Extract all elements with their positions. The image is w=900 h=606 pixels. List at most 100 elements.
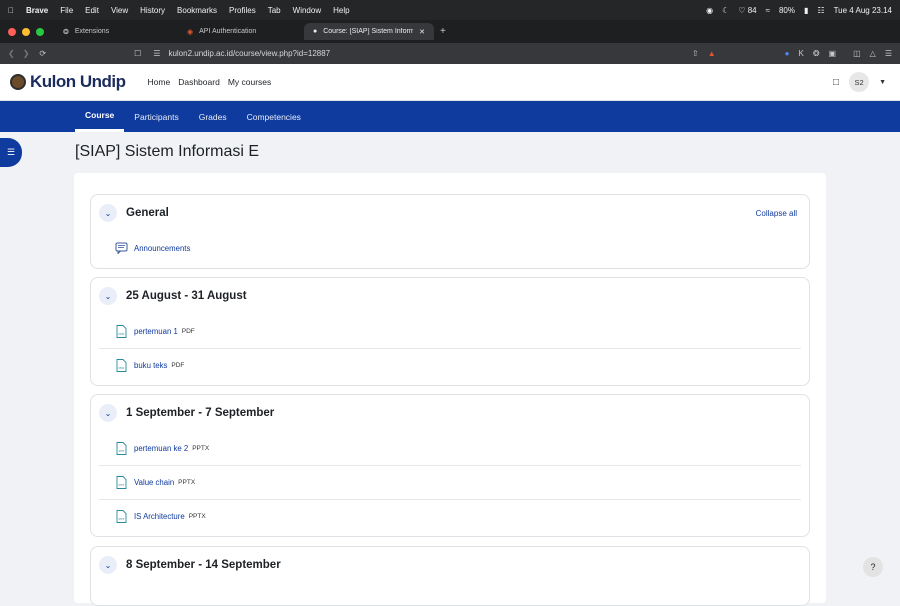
tab-grades[interactable]: Grades xyxy=(189,101,237,132)
moon-icon[interactable]: ☾ xyxy=(722,6,729,15)
section-title: General xyxy=(126,207,169,219)
tab-course-home[interactable]: Course xyxy=(75,101,125,132)
help-button[interactable]: ? xyxy=(863,557,883,577)
tab-title: API Authentication xyxy=(199,28,257,35)
activity-item: PDF pertemuan 1 PDF xyxy=(99,314,801,348)
user-avatar[interactable]: S2 xyxy=(849,72,870,92)
menu-icon[interactable]: ☰ xyxy=(885,49,892,58)
section-title: 1 September - 7 September xyxy=(126,407,275,419)
share-icon[interactable]: ⇧ xyxy=(692,49,699,58)
menu-file[interactable]: File xyxy=(60,6,73,15)
tab-extensions[interactable]: ❂ Extensions xyxy=(54,23,178,40)
activity-link[interactable]: pertemuan ke 2 xyxy=(134,444,188,453)
close-tab-icon[interactable]: ✕ xyxy=(419,28,425,36)
site-navbar: Kulon Undip Home Dashboard My courses □ … xyxy=(0,64,900,101)
menu-view[interactable]: View xyxy=(111,6,128,15)
chevron-down-icon[interactable]: ⌄ xyxy=(99,287,117,305)
svg-text:PPT: PPT xyxy=(119,449,125,453)
minimize-window-button[interactable] xyxy=(22,27,30,36)
activity-item: PPT Value chain PPTX xyxy=(99,465,801,499)
record-icon[interactable]: ◉ xyxy=(706,6,713,15)
control-center-icon[interactable]: ☷ xyxy=(817,6,824,15)
page-title: [SIAP] Sistem Informasi E xyxy=(75,143,260,160)
extension-icon[interactable]: ● xyxy=(785,49,790,58)
course-index-toggle[interactable]: ☰ xyxy=(0,138,22,167)
collapse-all-link[interactable]: Collapse all xyxy=(756,209,797,218)
ppt-file-icon: PPT xyxy=(115,476,128,490)
extension-k-icon[interactable]: K xyxy=(799,49,804,58)
tab-title: Course: [SIAP] Sistem Informasi E xyxy=(323,28,414,35)
ppt-file-icon: PPT xyxy=(115,441,128,455)
activity-link[interactable]: IS Architecture xyxy=(134,512,185,521)
extensions-icon[interactable]: ❂ xyxy=(813,49,820,58)
nav-home[interactable]: Home xyxy=(148,77,171,87)
logo-emblem-icon xyxy=(10,74,26,90)
list-icon: ☰ xyxy=(6,147,16,157)
activity-link[interactable]: Announcements xyxy=(134,244,190,253)
tab-api-authentication[interactable]: ◉ API Authentication xyxy=(178,23,304,40)
logo-text: Kulon Undip xyxy=(30,72,126,91)
menu-app-name[interactable]: Brave xyxy=(26,6,48,15)
address-bar[interactable]: kulon2.undip.ac.id/course/view.php?id=12… xyxy=(168,49,330,58)
window-controls xyxy=(8,27,44,36)
screenshot-icon[interactable]: ▣ xyxy=(829,49,837,58)
chevron-down-icon[interactable]: ⌄ xyxy=(99,556,117,574)
menu-bookmarks[interactable]: Bookmarks xyxy=(177,6,217,15)
tab-participants[interactable]: Participants xyxy=(124,101,188,132)
chevron-down-icon[interactable]: ⌄ xyxy=(99,404,117,422)
zoom-window-button[interactable] xyxy=(36,27,44,36)
wifi-icon[interactable]: ≈ xyxy=(766,6,770,15)
activity-type: PPTX xyxy=(178,479,196,486)
site-logo[interactable]: Kulon Undip xyxy=(10,72,126,92)
site-settings-icon[interactable]: ☰ xyxy=(153,49,160,58)
forum-icon xyxy=(115,241,128,255)
svg-text:PPT: PPT xyxy=(119,483,125,487)
brave-icon: ◉ xyxy=(187,28,194,36)
menu-tab[interactable]: Tab xyxy=(268,6,281,15)
menu-profiles[interactable]: Profiles xyxy=(229,6,256,15)
activity-link[interactable]: buku teks xyxy=(134,361,167,370)
tab-competencies[interactable]: Competencies xyxy=(237,101,311,132)
tab-title: Extensions xyxy=(74,28,110,35)
heart-icon[interactable]: ♡ 84 xyxy=(738,6,756,15)
activity-link[interactable]: pertemuan 1 xyxy=(134,327,178,336)
chevron-down-icon[interactable]: ⌄ xyxy=(99,204,117,222)
course-secondary-nav: Course Participants Grades Competencies xyxy=(0,101,900,132)
sidebar-icon[interactable]: ◫ xyxy=(853,49,861,58)
brave-shields-icon[interactable]: ▲ xyxy=(708,49,716,58)
puzzle-icon: ❂ xyxy=(63,28,69,36)
tab-course[interactable]: ● Course: [SIAP] Sistem Informasi E ✕ xyxy=(304,23,434,40)
activity-type: PDF xyxy=(181,327,195,335)
back-icon[interactable]: ❮ xyxy=(8,49,15,58)
close-window-button[interactable] xyxy=(8,27,16,36)
menu-edit[interactable]: Edit xyxy=(85,6,99,15)
vpn-icon[interactable]: △ xyxy=(870,49,876,58)
apple-icon[interactable]:  xyxy=(8,6,14,15)
activity-type: PDF xyxy=(171,362,185,369)
menu-help[interactable]: Help xyxy=(333,6,349,15)
svg-text:PPT: PPT xyxy=(119,517,125,521)
menu-window[interactable]: Window xyxy=(293,6,321,15)
section-week-1: ⌄ 25 August - 31 August PDF pertemuan 1 … xyxy=(90,277,810,386)
nav-dashboard[interactable]: Dashboard xyxy=(178,77,220,87)
forward-icon[interactable]: ❯ xyxy=(23,49,30,58)
pdf-file-icon: PDF xyxy=(115,324,128,338)
bookmark-icon[interactable]: ☐ xyxy=(134,49,141,58)
activity-item: PPT pertemuan ke 2 PPTX xyxy=(99,431,801,465)
reload-icon[interactable]: ⟳ xyxy=(39,49,46,58)
svg-text:PDF: PDF xyxy=(119,366,125,370)
battery-icon[interactable]: ▮ xyxy=(804,6,808,15)
messages-icon[interactable]: □ xyxy=(833,77,839,88)
activity-link[interactable]: Value chain xyxy=(134,478,174,487)
course-content: ⌄ General Collapse all Announcements ⌄ 2… xyxy=(74,173,826,606)
nav-my-courses[interactable]: My courses xyxy=(228,77,271,87)
battery-percent: 80% xyxy=(778,5,795,15)
activity-item: PDF buku teks PDF xyxy=(99,348,801,382)
chevron-down-icon[interactable]: ▼ xyxy=(879,79,886,86)
menu-history[interactable]: History xyxy=(140,6,165,15)
browser-toolbar: ❮ ❯ ⟳ ☐ ☰ kulon2.undip.ac.id/course/view… xyxy=(0,43,900,64)
activity-item: PPT IS Architecture PPTX xyxy=(99,499,801,533)
svg-text:PDF: PDF xyxy=(119,332,125,336)
new-tab-icon[interactable]: + xyxy=(440,26,446,37)
clock[interactable]: Tue 4 Aug 23.14 xyxy=(834,6,892,15)
